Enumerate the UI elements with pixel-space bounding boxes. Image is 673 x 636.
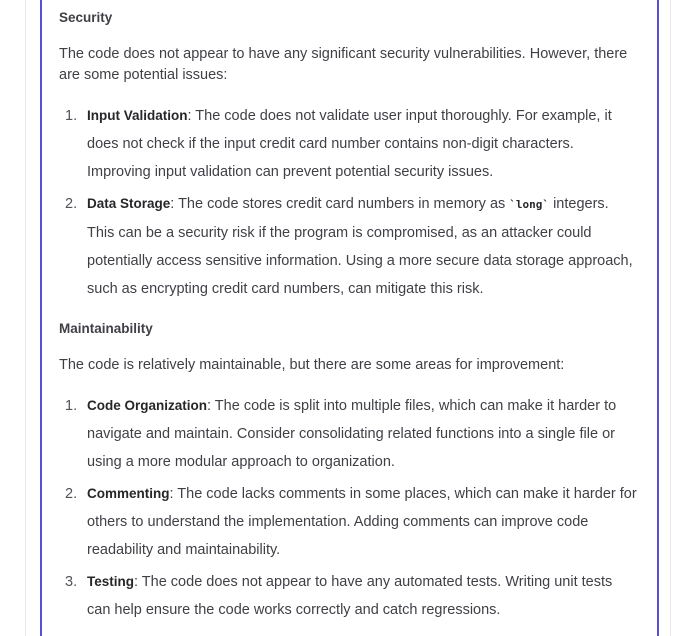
list-item: 2. Commenting: The code lacks comments i… [59,480,639,564]
security-intro: The code does not appear to have any sig… [59,46,628,83]
security-heading: Security [59,10,113,25]
issue-term: Input Validation [87,108,188,123]
list-number: 1. [65,398,78,414]
issue-term: Data Storage [87,196,171,211]
issue-term: Testing [87,574,134,589]
list-item: 1. Input Validation: The code does not v… [59,102,639,186]
list-number: 3. [65,574,78,590]
list-item: 2. Data Storage: The code stores credit … [59,190,639,303]
inline-code: `long` [509,198,550,211]
list-item: 3. Testing: The code does not appear to … [59,568,639,624]
maintainability-issues-list: 1. Code Organization: The code is split … [59,392,639,628]
list-number: 2. [65,486,78,502]
list-number: 1. [65,108,78,124]
list-number: 2. [65,196,78,212]
security-issues-list: 1. Input Validation: The code does not v… [59,102,639,307]
issue-term: Code Organization [87,398,208,413]
issue-description: : The code stores credit card numbers in… [170,196,510,212]
issue-term: Commenting [87,486,170,501]
maintainability-intro: The code is relatively maintainable, but… [59,357,565,373]
maintainability-heading: Maintainability [59,321,153,336]
list-item: 1. Code Organization: The code is split … [59,392,639,476]
issue-description: : The code lacks comments in some places… [87,486,637,558]
issue-description: : The code does not appear to have any a… [87,574,613,618]
